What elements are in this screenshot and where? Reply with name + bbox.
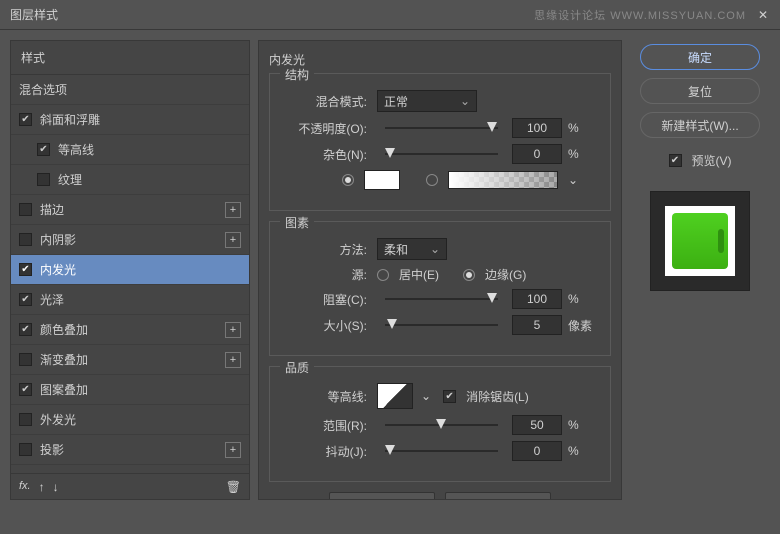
technique-select[interactable]: 柔和: [377, 238, 447, 260]
sidebar-header: 样式: [11, 41, 249, 75]
trash-icon[interactable]: 🗑: [226, 480, 241, 494]
source-edge-radio[interactable]: [463, 269, 475, 281]
style-drop-shadow[interactable]: 投影+: [11, 435, 249, 465]
color-radio[interactable]: [342, 174, 354, 186]
checkbox-icon[interactable]: [19, 203, 32, 216]
settings-panel: 内发光 结构 混合模式: 正常 不透明度(O): 100 % 杂色(N): 0 …: [258, 40, 622, 500]
plus-icon[interactable]: +: [225, 352, 241, 368]
checkbox-icon[interactable]: [19, 263, 32, 276]
checkbox-icon[interactable]: [19, 233, 32, 246]
color-swatch[interactable]: [364, 170, 400, 190]
styles-sidebar: 样式 混合选项 斜面和浮雕 等高线 纹理 描边+ 内阴影+ 内发光 光泽 颜色叠…: [10, 40, 250, 500]
preview-thumbnail: [672, 213, 728, 269]
preview-checkbox[interactable]: [669, 154, 682, 167]
new-style-button[interactable]: 新建样式(W)...: [640, 112, 760, 138]
reset-default-button[interactable]: 复位为默认值: [445, 492, 551, 500]
preview-box: [650, 191, 750, 291]
range-input[interactable]: 50: [512, 415, 562, 435]
action-panel: 确定 复位 新建样式(W)... 预览(V): [630, 40, 770, 500]
checkbox-icon[interactable]: [19, 413, 32, 426]
make-default-button[interactable]: 设置为默认值: [329, 492, 435, 500]
style-stroke[interactable]: 描边+: [11, 195, 249, 225]
noise-slider[interactable]: [385, 145, 498, 163]
arrow-down-icon[interactable]: ↓: [53, 480, 59, 494]
chevron-down-icon[interactable]: ⌄: [568, 173, 578, 187]
jitter-input[interactable]: 0: [512, 441, 562, 461]
blend-mode-select[interactable]: 正常: [377, 90, 477, 112]
close-icon[interactable]: ✕: [756, 8, 770, 22]
blending-options[interactable]: 混合选项: [11, 75, 249, 105]
main: 样式 混合选项 斜面和浮雕 等高线 纹理 描边+ 内阴影+ 内发光 光泽 颜色叠…: [0, 30, 780, 510]
style-contour[interactable]: 等高线: [11, 135, 249, 165]
size-slider[interactable]: [385, 316, 498, 334]
chevron-down-icon[interactable]: ⌄: [421, 389, 431, 403]
style-satin[interactable]: 光泽: [11, 285, 249, 315]
ok-button[interactable]: 确定: [640, 44, 760, 70]
range-slider[interactable]: [385, 416, 498, 434]
checkbox-icon[interactable]: [19, 383, 32, 396]
elements-group: 图素 方法: 柔和 源: 居中(E) 边缘(G) 阻塞(C): 100 % 大小…: [269, 221, 611, 356]
plus-icon[interactable]: +: [225, 232, 241, 248]
arrow-up-icon[interactable]: ↑: [39, 480, 45, 494]
jitter-slider[interactable]: [385, 442, 498, 460]
style-inner-glow[interactable]: 内发光: [11, 255, 249, 285]
noise-input[interactable]: 0: [512, 144, 562, 164]
plus-icon[interactable]: +: [225, 442, 241, 458]
source-center-radio[interactable]: [377, 269, 389, 281]
structure-group: 结构 混合模式: 正常 不透明度(O): 100 % 杂色(N): 0 %: [269, 73, 611, 211]
plus-icon[interactable]: +: [225, 322, 241, 338]
style-outer-glow[interactable]: 外发光: [11, 405, 249, 435]
plus-icon[interactable]: +: [225, 202, 241, 218]
opacity-input[interactable]: 100: [512, 118, 562, 138]
contour-picker[interactable]: [377, 383, 413, 409]
choke-slider[interactable]: [385, 290, 498, 308]
checkbox-icon[interactable]: [19, 443, 32, 456]
fx-icon[interactable]: fx.: [19, 480, 31, 494]
checkbox-icon[interactable]: [19, 113, 32, 126]
checkbox-icon[interactable]: [37, 143, 50, 156]
style-pattern-overlay[interactable]: 图案叠加: [11, 375, 249, 405]
quality-group: 品质 等高线: ⌄ 消除锯齿(L) 范围(R): 50 % 抖动(J): 0 %: [269, 366, 611, 482]
checkbox-icon[interactable]: [19, 353, 32, 366]
choke-input[interactable]: 100: [512, 289, 562, 309]
style-list: 混合选项 斜面和浮雕 等高线 纹理 描边+ 内阴影+ 内发光 光泽 颜色叠加+ …: [11, 75, 249, 473]
panel-title: 内发光: [269, 51, 611, 68]
style-bevel[interactable]: 斜面和浮雕: [11, 105, 249, 135]
gradient-radio[interactable]: [426, 174, 438, 186]
antialias-checkbox[interactable]: [443, 390, 456, 403]
checkbox-icon[interactable]: [19, 293, 32, 306]
cancel-button[interactable]: 复位: [640, 78, 760, 104]
titlebar: 图层样式 思缘设计论坛 WWW.MISSYUAN.COM ✕: [0, 0, 780, 30]
gradient-swatch[interactable]: [448, 171, 558, 189]
opacity-slider[interactable]: [385, 119, 498, 137]
style-gradient-overlay[interactable]: 渐变叠加+: [11, 345, 249, 375]
sidebar-footer: fx. ↑ ↓ 🗑: [11, 473, 249, 499]
checkbox-icon[interactable]: [19, 323, 32, 336]
window-title: 图层样式: [10, 6, 58, 23]
style-color-overlay[interactable]: 颜色叠加+: [11, 315, 249, 345]
style-inner-shadow[interactable]: 内阴影+: [11, 225, 249, 255]
watermark: 思缘设计论坛 WWW.MISSYUAN.COM: [534, 7, 746, 23]
checkbox-icon[interactable]: [37, 173, 50, 186]
size-input[interactable]: 5: [512, 315, 562, 335]
style-texture[interactable]: 纹理: [11, 165, 249, 195]
